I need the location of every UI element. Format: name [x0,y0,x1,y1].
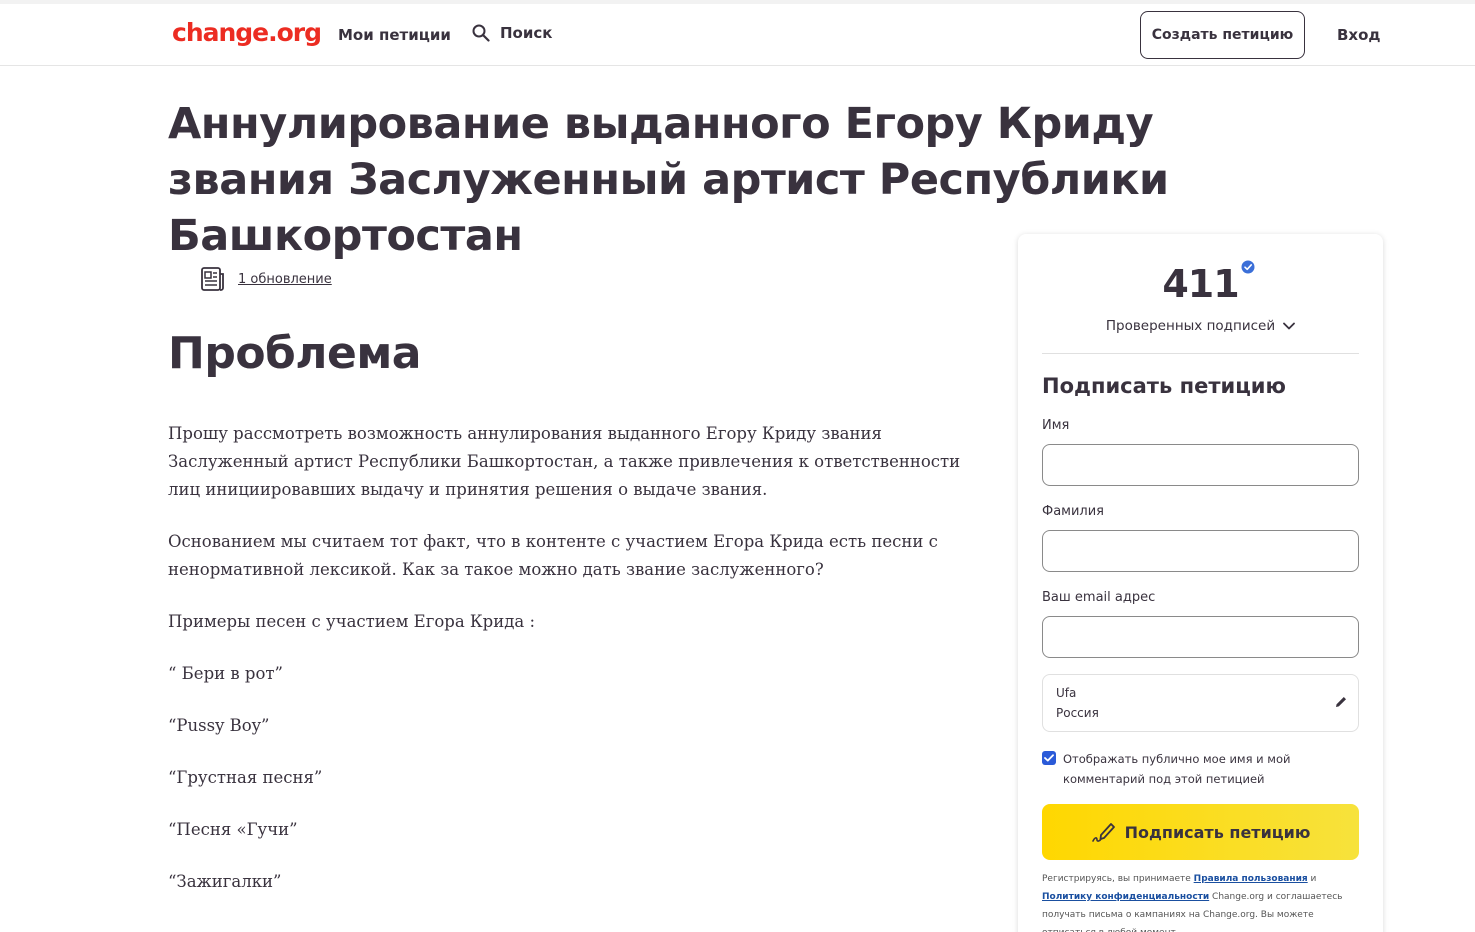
location-box[interactable]: Ufa Россия [1042,674,1359,732]
signature-count: 411 [1162,260,1255,306]
location-country: Россия [1056,706,1099,720]
first-name-field[interactable] [1042,444,1359,486]
legal-notice: Регистрируясь, вы принимаете Правила пол… [1042,870,1362,932]
search-link[interactable]: Поиск [472,24,552,42]
checkmark-icon [1044,754,1054,762]
pencil-icon[interactable] [1334,695,1348,709]
newspaper-icon [201,267,224,291]
verified-signatures-toggle[interactable]: Проверенных подписей [1018,318,1383,334]
petition-body: Прошу рассмотреть возможность аннулирова… [168,420,978,920]
song-item: “Pussy Boy” [168,716,270,735]
chevron-down-icon [1283,322,1296,330]
email-field[interactable] [1042,616,1359,658]
search-icon [472,24,490,42]
privacy-link[interactable]: Политику конфиденциальности [1042,892,1209,902]
sign-button-label: Подписать петицию [1124,822,1311,842]
legal-prefix: Регистрируясь, вы принимаете [1042,874,1194,884]
signature-count-value: 411 [1162,262,1239,306]
paragraph: Основанием мы считаем тот факт, что в ко… [168,532,938,579]
song-item: “ Бери в рот” [168,664,283,683]
site-header: change.org Мои петиции Поиск Создать пет… [0,4,1475,66]
email-label: Ваш email адрес [1042,590,1156,605]
paragraph: Примеры песен с участием Егора Крида : [168,612,536,631]
song-item: “Зажигалки” [168,872,282,891]
card-divider [1042,353,1359,354]
terms-link[interactable]: Правила пользования [1194,874,1308,884]
display-publicly-label: Отображать публично мое имя и мой коммен… [1063,752,1291,786]
signature-count-wrap: 411 [1018,260,1383,306]
last-name-field[interactable] [1042,530,1359,572]
paragraph: Прошу рассмотреть возможность аннулирова… [168,424,961,499]
signature-pen-icon [1091,823,1115,842]
updates-link[interactable]: 1 обновление [238,272,332,287]
sign-form-title: Подписать петицию [1042,374,1286,398]
song-item: “Песня «Гучи” [168,820,298,839]
first-name-label: Имя [1042,418,1070,433]
problem-heading: Проблема [168,328,422,379]
login-link[interactable]: Вход [1337,26,1381,44]
display-publicly-checkbox[interactable] [1042,751,1056,765]
sign-petition-button[interactable]: Подписать петицию [1042,804,1359,860]
change-org-logo[interactable]: change.org [172,18,322,47]
location-city: Ufa [1056,686,1077,700]
my-petitions-link[interactable]: Мои петиции [338,26,451,44]
updates-link-row[interactable]: 1 обновление [200,266,332,292]
song-item: “Грустная песня” [168,768,323,787]
search-label: Поиск [500,24,553,42]
verified-signatures-label: Проверенных подписей [1105,318,1276,334]
verified-badge-icon [1241,260,1255,274]
create-petition-button[interactable]: Создать петицию [1140,11,1305,59]
sign-petition-card: 411 Проверенных подписей Подписать петиц… [1018,234,1383,932]
legal-and: и [1307,874,1317,884]
last-name-label: Фамилия [1042,504,1104,519]
